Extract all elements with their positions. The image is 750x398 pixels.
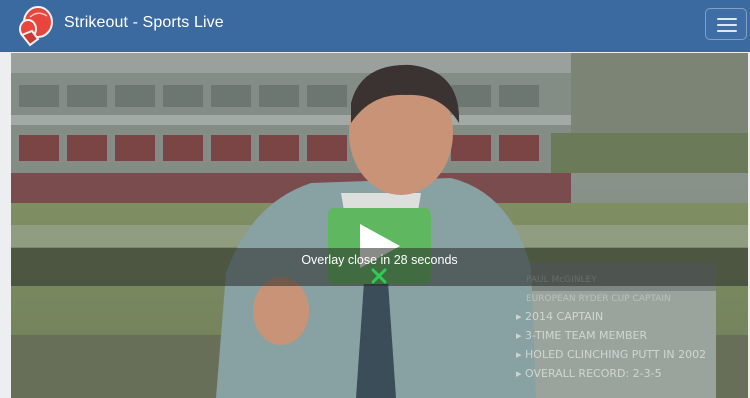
close-icon[interactable] [370,267,388,285]
tv-graphic-line: EUROPEAN RYDER CUP CAPTAIN [526,294,671,304]
ad-overlay-bar: Overlay close in 28 seconds [11,248,748,286]
overlay-countdown-text: Overlay close in 28 seconds [301,253,458,267]
boxing-glove-icon[interactable] [12,2,58,48]
tv-graphic-line: ▸ HOLED CLINCHING PUTT IN 2002 [516,348,706,361]
site-title[interactable]: Strikeout - Sports Live [64,13,224,33]
top-navbar: Strikeout - Sports Live [0,0,750,52]
video-player[interactable]: PAUL McGINLEYEUROPEAN RYDER CUP CAPTAIN▸… [11,53,748,398]
tv-graphic-line: ▸ OVERALL RECORD: 2-3-5 [516,367,662,380]
tv-graphic-line: ▸ 2014 CAPTAIN [516,310,603,323]
tv-graphic-line: ▸ 3-TIME TEAM MEMBER [516,329,647,342]
hamburger-menu-icon[interactable] [705,8,747,40]
